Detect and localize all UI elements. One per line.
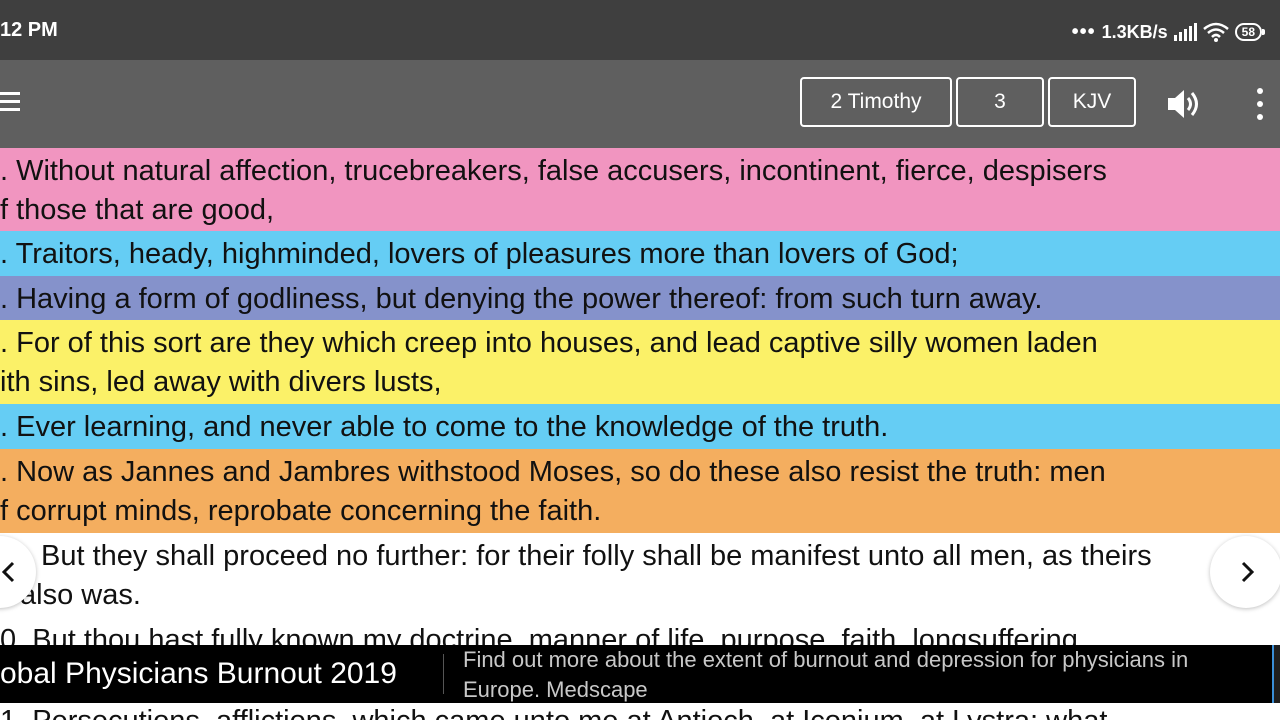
verse-text-line: f those that are good, <box>0 194 275 226</box>
verse-text-line: . Having a form of godliness, but denyin… <box>0 283 1043 315</box>
verse-text-line: 0. But thou hast fully known my doctrine… <box>0 624 1086 645</box>
wifi-icon <box>1202 22 1229 42</box>
verse-item[interactable]: . Having a form of godliness, but denyin… <box>0 276 1280 320</box>
verse-text-line: . For of this sort are they which creep … <box>0 327 1098 359</box>
verse-text-line: ith sins, led away with divers lusts, <box>0 366 442 398</box>
battery-level: 58 <box>1241 25 1255 39</box>
overflow-menu-icon[interactable] <box>1252 86 1268 122</box>
hamburger-menu-icon[interactable] <box>0 90 20 114</box>
book-selector[interactable]: 2 Timothy <box>800 77 952 127</box>
verse-item[interactable]: . For of this sort are they which creep … <box>0 320 1280 404</box>
speaker-icon[interactable] <box>1164 84 1204 124</box>
chapter-selector[interactable]: 3 <box>956 77 1044 127</box>
signal-icon <box>1173 23 1197 41</box>
status-bar: 12 PM ••• 1.3KB/s 58 <box>0 0 1280 60</box>
chevron-left-icon <box>1 561 15 583</box>
ad-banner[interactable]: obal Physicians Burnout 2019 Find out mo… <box>0 645 1280 703</box>
version-selector[interactable]: KJV <box>1048 77 1136 127</box>
status-time: 12 PM <box>0 19 58 41</box>
verse-text-line: . Traitors, heady, highminded, lovers of… <box>0 238 959 270</box>
ad-description: Find out more about the extent of burnou… <box>463 647 1189 702</box>
verse-item[interactable]: . Ever learning, and never able to come … <box>0 404 1280 449</box>
verse-text-line: . Without natural affection, trucebreake… <box>0 155 1107 187</box>
ad-divider <box>443 654 444 694</box>
more-dots-icon: ••• <box>1071 21 1096 43</box>
verse-text-line: . Ever learning, and never able to come … <box>0 411 889 443</box>
battery-icon: 58 <box>1234 23 1266 41</box>
verse-text-line: But they shall proceed no further: for t… <box>41 540 1152 572</box>
verse-item[interactable]: 1. Persecutions, afflictions, which came… <box>0 703 1280 720</box>
verse-text-line: 1. Persecutions, afflictions, which came… <box>0 703 1107 720</box>
next-chapter-button[interactable] <box>1210 536 1280 608</box>
verse-text-line: . Now as Jannes and Jambres withstood Mo… <box>0 456 1106 488</box>
network-speed: 1.3KB/s <box>1101 21 1168 42</box>
status-indicators: ••• 1.3KB/s 58 <box>1071 20 1266 44</box>
verse-item[interactable]: But they shall proceed no further: for t… <box>0 533 1280 617</box>
verse-item[interactable]: . Now as Jannes and Jambres withstood Mo… <box>0 449 1280 533</box>
ad-choices-icon[interactable] <box>1272 645 1280 703</box>
verse-item[interactable]: 0. But thou hast fully known my doctrine… <box>0 617 1280 645</box>
verse-text-line: f corrupt minds, reprobate concerning th… <box>0 495 602 527</box>
ad-title: obal Physicians Burnout 2019 <box>0 657 397 690</box>
verse-item[interactable]: . Traitors, heady, highminded, lovers of… <box>0 231 1280 276</box>
verse-list: . Without natural affection, trucebreake… <box>0 148 1280 645</box>
app-toolbar: 2 Timothy 3 KJV <box>0 60 1280 148</box>
verse-item[interactable]: . Without natural affection, trucebreake… <box>0 148 1280 231</box>
chevron-right-icon <box>1241 561 1255 583</box>
verse-text-line: also was. <box>20 579 141 611</box>
